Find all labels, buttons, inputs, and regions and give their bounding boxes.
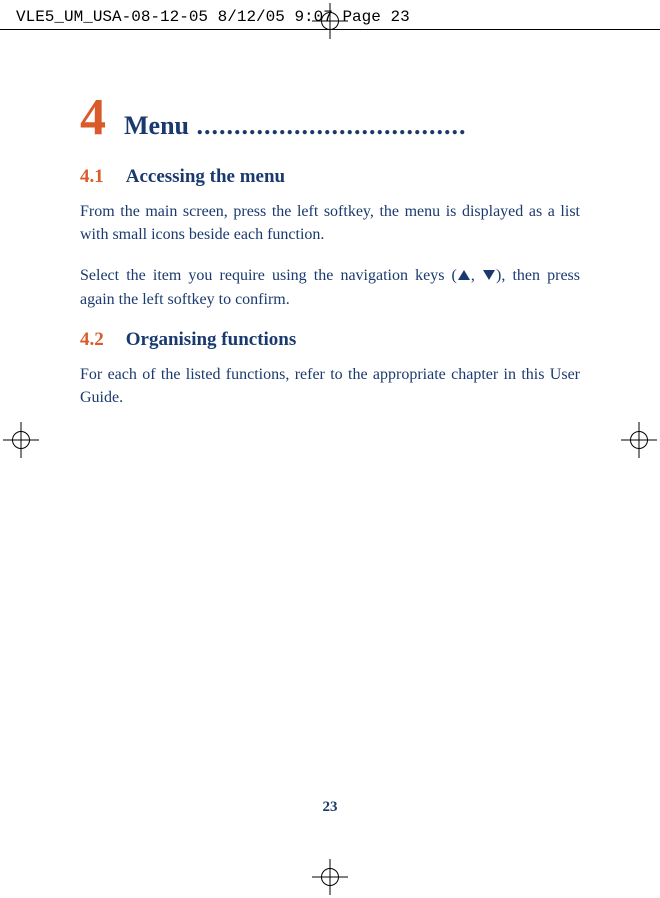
body-paragraph-with-icons: Select the item you require using the na… xyxy=(80,264,580,310)
body-paragraph: From the main screen, press the left sof… xyxy=(80,200,580,246)
chapter-title: Menu ...................................… xyxy=(124,111,580,141)
page-number: 23 xyxy=(323,799,338,816)
registration-mark-top xyxy=(312,3,348,39)
section-title: Accessing the menu xyxy=(126,166,285,188)
chapter-number: 4 xyxy=(80,92,106,144)
body-paragraph: For each of the listed functions, refer … xyxy=(80,363,580,409)
section-title: Organising functions xyxy=(126,329,297,351)
chapter-dots: .................................... xyxy=(189,111,467,140)
section-number: 4.1 xyxy=(80,166,104,188)
section-heading-4-1: 4.1 Accessing the menu xyxy=(80,166,580,188)
registration-mark-bottom xyxy=(312,859,348,895)
page-content: 4 Menu .................................… xyxy=(0,30,660,409)
icon-separator: , xyxy=(471,267,482,284)
text-before-icons: Select the item you require using the na… xyxy=(80,267,457,284)
chapter-title-text: Menu xyxy=(124,111,189,140)
section-heading-4-2: 4.2 Organising functions xyxy=(80,329,580,351)
registration-mark-right xyxy=(621,422,657,458)
header-text: VLE5_UM_USA-08-12-05 8/12/05 9:07 Page 2… xyxy=(16,8,410,26)
registration-mark-left xyxy=(3,422,39,458)
up-arrow-icon xyxy=(458,270,470,280)
chapter-heading: 4 Menu .................................… xyxy=(80,92,580,144)
section-number: 4.2 xyxy=(80,329,104,351)
down-arrow-icon xyxy=(483,270,495,280)
